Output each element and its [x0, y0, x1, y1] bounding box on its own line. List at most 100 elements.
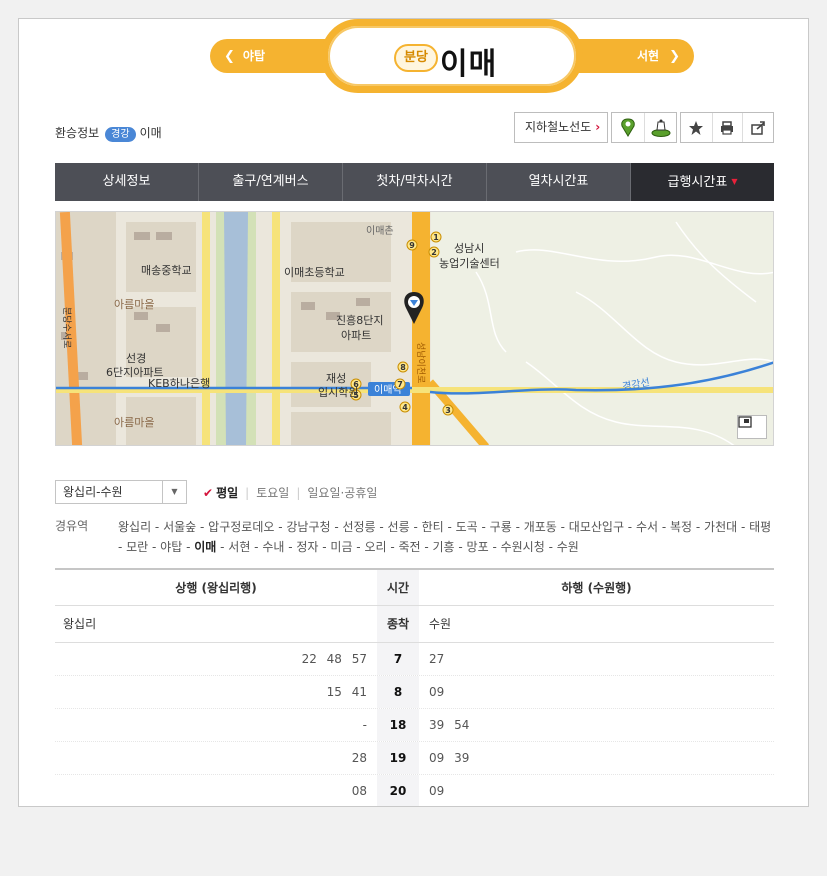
up-minutes: -: [362, 718, 367, 732]
svg-text:9: 9: [409, 241, 415, 250]
up-minutes: 28: [351, 751, 367, 765]
svg-text:1: 1: [433, 233, 439, 242]
share-icon[interactable]: [742, 113, 773, 142]
map-label-village: 이매촌: [366, 225, 394, 237]
day-filter: ✔ 평일 | 토요일 | 일요일·공휴일: [203, 484, 377, 501]
hour: 8: [377, 676, 419, 708]
route-map-label: 지하철노선도: [525, 120, 592, 134]
divider: |: [245, 486, 250, 500]
hour: 20: [377, 775, 419, 806]
map-pin-icon[interactable]: [612, 113, 644, 142]
filter-row: 왕십리-수원 ▼ ✔ 평일 | 토요일 | 일요일·공휴일: [55, 480, 774, 506]
hour: 18: [377, 709, 419, 741]
print-icon[interactable]: [711, 113, 743, 142]
tab-express-label: 급행시간표: [667, 175, 728, 190]
hour: 19: [377, 742, 419, 774]
next-station-label: 서현: [637, 49, 660, 63]
down-minutes: 27: [429, 652, 445, 666]
day-weekday[interactable]: 평일: [216, 486, 238, 500]
tab-bar: 상세정보 출구/연계버스 첫차/막차시간 열차시간표 급행시간표 ▼: [55, 163, 774, 201]
table-row: 22 48 57 7 27: [55, 643, 774, 676]
route-map-button[interactable]: 지하철노선도 ›: [514, 112, 608, 143]
down-minutes: 09 39: [429, 751, 470, 765]
transfer-station[interactable]: 이매: [140, 126, 162, 140]
down-minutes: 39 54: [429, 718, 470, 732]
station-map[interactable]: 이매역 1 2 3 4 5 6 7 8 9 매송중학교 이매초등학교 아름마을 …: [55, 211, 774, 446]
timetable: 상행 (왕십리행) 시간 하행 (수원행) 왕십리 종착 수원 22 48 57…: [55, 568, 774, 806]
up-minutes: 15 41: [326, 685, 367, 699]
direction-value: 왕십리-수원: [63, 485, 123, 499]
map-label-road: 성남이천로: [415, 342, 426, 383]
map-label-center-a: 성남시: [454, 242, 484, 255]
day-sunday-holiday[interactable]: 일요일·공휴일: [307, 486, 377, 500]
star-icon[interactable]: [681, 113, 712, 142]
divider: |: [296, 486, 301, 500]
station-header: ❮ 야탑 서현 ❯ 분당 이매: [210, 19, 694, 99]
map-canvas: 이매역 1 2 3 4 5 6 7 8 9 매송중학교 이매초등학교 아름마을 …: [56, 212, 773, 445]
transfer-info: 환승정보 경강 이매: [55, 124, 162, 142]
hour: 7: [377, 643, 419, 675]
transfer-line-badge[interactable]: 경강: [105, 127, 136, 142]
map-label-apt1: 아름마을: [114, 298, 154, 311]
map-label-academy-a: 재성: [326, 372, 346, 385]
tab-first-last-train[interactable]: 첫차/막차시간: [343, 163, 487, 201]
header-up: 상행 (왕십리행): [175, 581, 257, 595]
map-label-school2: 이매초등학교: [284, 266, 345, 279]
tab-train-timetable[interactable]: 열차시간표: [487, 163, 631, 201]
content-frame: ❮ 야탑 서현 ❯ 분당 이매 환승정보 경강 이매 지하철노선도 › 상세정보…: [18, 18, 809, 807]
header-down: 하행 (수원행): [561, 581, 632, 595]
current-station: 분당 이매: [321, 19, 583, 93]
chevron-right-icon: ›: [595, 120, 601, 134]
down-minutes: 09: [429, 784, 445, 798]
direction-select[interactable]: 왕십리-수원 ▼: [55, 480, 187, 504]
day-saturday[interactable]: 토요일: [256, 486, 289, 500]
route-label: 경유역: [55, 519, 89, 533]
expand-icon: [738, 416, 752, 428]
map-label-road2: 분당수서로: [61, 307, 72, 348]
header-time: 시간: [377, 570, 419, 605]
map-label-academy-b: 입시학원: [318, 386, 358, 399]
chevron-down-icon: ▼: [162, 481, 186, 503]
chevron-right-icon: ❯: [669, 49, 680, 64]
prev-station-label: 야탑: [242, 49, 265, 63]
terminal-down: 수원: [429, 617, 452, 631]
train-location-icon[interactable]: [644, 113, 676, 142]
check-icon: ✔: [203, 486, 214, 500]
chevron-left-icon: ❮: [224, 49, 235, 64]
svg-text:7: 7: [397, 380, 403, 389]
terminal-label: 종착: [377, 606, 419, 642]
map-expand-button[interactable]: [737, 415, 767, 439]
route-station-list: 왕십리 - 서울숲 - 압구정로데오 - 강남구청 - 선정릉 - 선릉 - 한…: [118, 517, 774, 557]
map-label-bank: KEB하나은행: [148, 376, 210, 390]
svg-text:3: 3: [445, 406, 451, 415]
table-row: - 18 39 54: [55, 709, 774, 742]
action-icon-group: [680, 112, 774, 143]
map-icon-group: [611, 112, 677, 143]
map-label-apt3a: 선경: [126, 352, 146, 365]
current-station-highlight: 이매: [194, 540, 217, 554]
map-label-apt2a: 진흥8단지: [336, 313, 383, 327]
terminal-up: 왕십리: [63, 617, 97, 631]
svg-text:4: 4: [402, 403, 408, 412]
down-minutes: 09: [429, 685, 445, 699]
tab-express-timetable[interactable]: 급행시간표 ▼: [631, 163, 774, 201]
transfer-label: 환승정보: [55, 126, 100, 140]
stations-after: - 서현 - 수내 - 정자 - 미금 - 오리 - 죽전 - 기흥 - 망포 …: [216, 540, 579, 554]
map-label-center-b: 농업기술센터: [439, 257, 500, 270]
svg-text:2: 2: [431, 248, 437, 257]
map-label-school1: 매송중학교: [141, 264, 192, 277]
caret-down-icon: ▼: [731, 177, 738, 186]
info-row: 환승정보 경강 이매 지하철노선도 ›: [55, 112, 774, 145]
up-minutes: 08: [351, 784, 367, 798]
tab-exits-bus[interactable]: 출구/연계버스: [199, 163, 343, 201]
map-label-apt2b: 아파트: [341, 329, 371, 342]
tab-detail[interactable]: 상세정보: [55, 163, 199, 201]
timetable-terminal-row: 왕십리 종착 수원: [55, 606, 774, 643]
map-label-apt4: 아름마을: [114, 416, 154, 429]
line-badge: 분당: [394, 44, 438, 72]
svg-text:8: 8: [400, 363, 406, 372]
station-name: 이매: [440, 47, 498, 82]
table-row: 15 41 8 09: [55, 676, 774, 709]
table-row: 08 20 09: [55, 775, 774, 806]
table-row: 28 19 09 39: [55, 742, 774, 775]
